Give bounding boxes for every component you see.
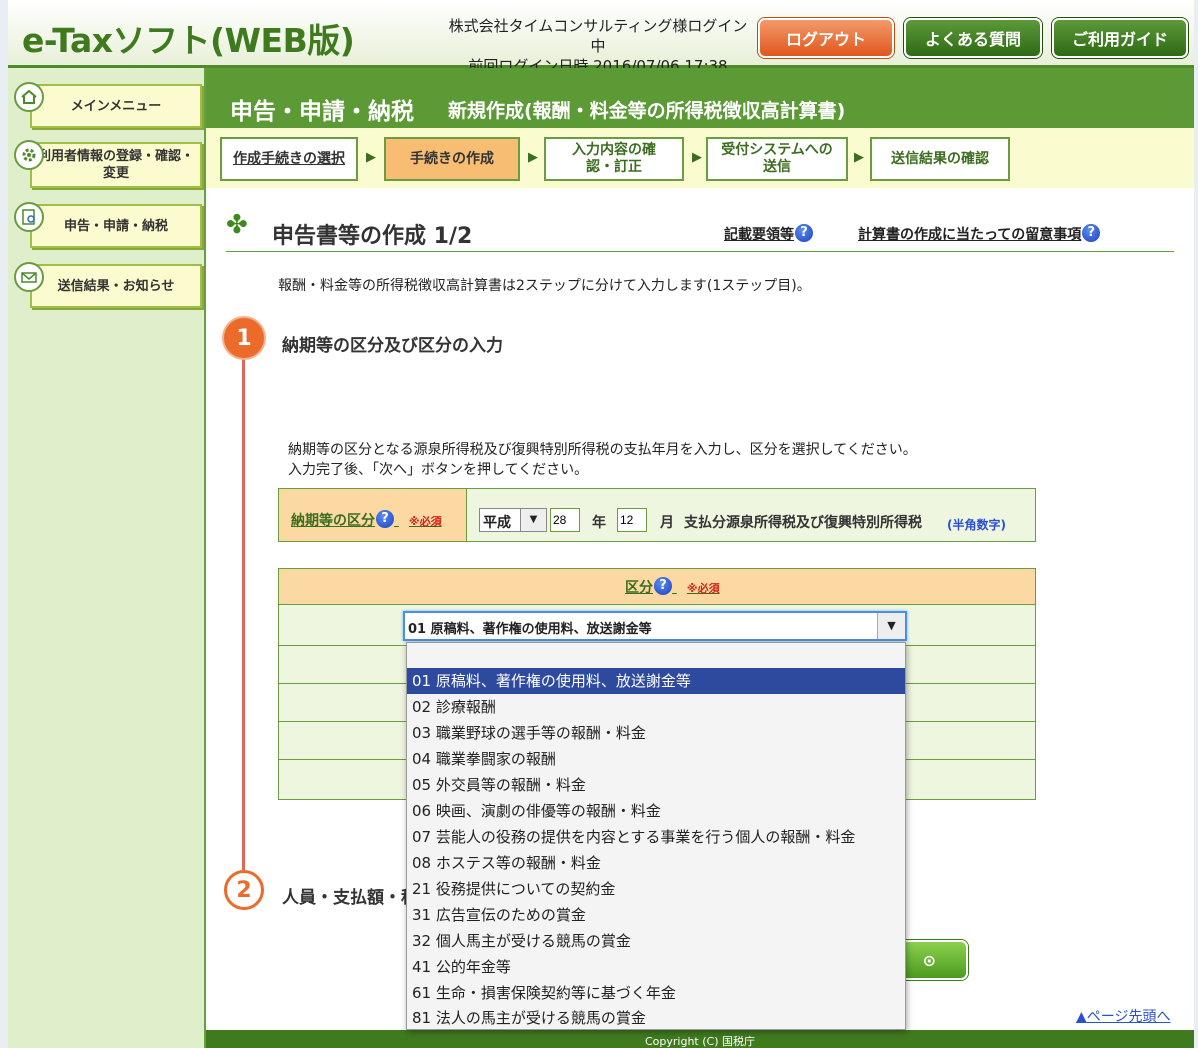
step-check-result: 送信結果の確認 bbox=[870, 137, 1010, 181]
logout-button[interactable]: ログアウト bbox=[758, 18, 894, 58]
classification-select[interactable]: 01 原稿料、著作権の使用料、放送謝金等 ▼ bbox=[403, 611, 907, 641]
section-header: ✤ 申告書等の作成 1/2 記載要領等? 計算書の作成に当たっての留意事項? bbox=[226, 206, 1174, 252]
dropdown-option[interactable]: 61 生命・損害保険契約等に基づく年金 bbox=[407, 980, 905, 1006]
instruction-line: 納期等の区分となる源泉所得税及び復興特別所得税の支払年月を入力し、区分を選択して… bbox=[288, 442, 917, 458]
help-icon[interactable]: ? bbox=[1082, 224, 1101, 242]
period-suffix: 支払分源泉所得税及び復興特別所得税 bbox=[684, 515, 922, 531]
period-label-text: 納期等の区分 bbox=[291, 513, 375, 529]
instruction-line: 入力完了後、「次へ」ボタンを押してください。 bbox=[288, 462, 589, 478]
sidebar-item-user-info[interactable]: 利用者情報の登録・確認・変更 bbox=[14, 140, 202, 188]
classification-label[interactable]: 区分? ※必須 bbox=[625, 577, 720, 597]
dropdown-option[interactable]: 31 広告宣伝のための賞金 bbox=[407, 902, 905, 928]
chevron-down-icon[interactable]: ▼ bbox=[877, 613, 905, 639]
classification-dropdown[interactable]: 01 原稿料、著作権の使用料、放送謝金等 02 診療報酬 03 職業野球の選手等… bbox=[406, 642, 906, 1030]
magnifier-icon bbox=[14, 202, 44, 232]
app-logo: e-Taxソフト(WEB版) bbox=[22, 21, 355, 60]
sidebar-item-label: 申告・申請・納税 bbox=[63, 218, 168, 234]
dropdown-option[interactable]: 81 法人の馬主が受ける競馬の賞金 bbox=[407, 1005, 905, 1031]
login-info: 株式会社タイムコンサルティング様ログイン中 前回ログイン日時 2016/07/0… bbox=[448, 16, 748, 76]
login-user: 株式会社タイムコンサルティング様ログイン中 bbox=[448, 17, 748, 55]
page-subtitle: 新規作成(報酬・料金等の所得税徴収高計算書) bbox=[448, 100, 846, 122]
step-2-badge: 2 bbox=[224, 870, 264, 910]
footer: Copyright (C) 国税庁 bbox=[206, 1030, 1194, 1048]
help-icon[interactable]: ? bbox=[654, 577, 672, 595]
dropdown-option[interactable]: 04 職業拳闘家の報酬 bbox=[407, 746, 905, 772]
arrow-icon: ▶ bbox=[692, 150, 702, 165]
month-input[interactable] bbox=[617, 508, 647, 532]
help-icon[interactable]: ? bbox=[795, 224, 813, 242]
period-label-cell: 納期等の区分? ※必須 bbox=[279, 489, 467, 541]
dropdown-option[interactable]: 21 役務提供についての契約金 bbox=[407, 876, 905, 902]
dropdown-option[interactable]: 41 公的年金等 bbox=[407, 954, 905, 980]
required-mark: ※必須 bbox=[686, 582, 720, 595]
period-label[interactable]: 納期等の区分? ※必須 bbox=[291, 510, 442, 530]
page-top-label: ページ先頭へ bbox=[1086, 1009, 1171, 1025]
step-send: 受付システムへの送信 bbox=[706, 137, 848, 181]
dropdown-option[interactable]: 08 ホステス等の報酬・料金 bbox=[407, 850, 905, 876]
arrow-up-icon: ▲ bbox=[1076, 1009, 1087, 1025]
instructions: 納期等の区分となる源泉所得税及び復興特別所得税の支払年月を入力し、区分を選択して… bbox=[288, 440, 917, 480]
sidebar-item-label: 送信結果・お知らせ bbox=[57, 278, 175, 294]
clover-icon: ✤ bbox=[226, 210, 248, 240]
classification-header: 区分? ※必須 bbox=[279, 569, 1035, 605]
step-2-title: 人員・支払額・税 bbox=[282, 888, 418, 908]
period-row: 納期等の区分? ※必須 平成 ▼ 年 月 支払分源泉所得税及び復興特別所得税 (… bbox=[278, 488, 1036, 542]
step-confirm-edit: 入力内容の確認・訂正 bbox=[544, 137, 684, 181]
guide-button[interactable]: ご利用ガイド bbox=[1052, 18, 1188, 58]
page-top-link[interactable]: ▲ページ先頭へ bbox=[1076, 1006, 1171, 1026]
next-button[interactable]: ⊙ bbox=[898, 940, 968, 980]
year-unit: 年 bbox=[592, 515, 606, 531]
help-icon[interactable]: ? bbox=[376, 510, 394, 528]
sidebar-item-label: 利用者情報の登録・確認・変更 bbox=[37, 149, 194, 181]
step-create-procedure: 手続きの作成 bbox=[384, 137, 520, 181]
next-icon: ⊙ bbox=[922, 950, 936, 970]
year-input[interactable] bbox=[550, 508, 580, 532]
classification-value: 01 原稿料、著作権の使用料、放送謝金等 bbox=[408, 622, 652, 637]
step-1-badge: 1 bbox=[224, 318, 264, 358]
sidebar-item-results[interactable]: 送信結果・お知らせ bbox=[14, 262, 202, 308]
dropdown-option[interactable]: 05 外交員等の報酬・料金 bbox=[407, 772, 905, 798]
header: e-Taxソフト(WEB版) 株式会社タイムコンサルティング様ログイン中 前回ロ… bbox=[8, 0, 1194, 75]
sidebar-item-label: メインメニュー bbox=[70, 98, 162, 114]
help-link-guidelines[interactable]: 記載要領等? bbox=[724, 224, 813, 244]
house-icon bbox=[14, 82, 44, 112]
section-title: 申告書等の作成 1/2 bbox=[272, 224, 473, 249]
sidebar: メインメニュー 利用者情報の登録・確認・変更 申告・申請・納税 送信結果・お知ら… bbox=[8, 68, 206, 1048]
dropdown-option[interactable]: 06 映画、演劇の俳優等の報酬・料金 bbox=[407, 798, 905, 824]
page-title: 申告・申請・納税 bbox=[230, 99, 414, 125]
help-link-label: 計算書の作成に当たっての留意事項 bbox=[858, 227, 1082, 243]
help-link-label: 記載要領等 bbox=[724, 227, 794, 243]
era-select[interactable]: 平成 ▼ bbox=[479, 508, 547, 532]
step-timeline bbox=[242, 358, 245, 870]
dropdown-option[interactable]: 02 診療報酬 bbox=[407, 694, 905, 720]
arrow-icon: ▶ bbox=[528, 150, 538, 165]
envelope-icon bbox=[14, 262, 44, 292]
dropdown-option[interactable]: 01 原稿料、著作権の使用料、放送謝金等 bbox=[407, 668, 905, 694]
dropdown-option[interactable]: 03 職業野球の選手等の報酬・料金 bbox=[407, 720, 905, 746]
arrow-icon: ▶ bbox=[366, 150, 376, 165]
classification-label-text: 区分 bbox=[625, 580, 653, 596]
help-link-notes[interactable]: 計算書の作成に当たっての留意事項? bbox=[858, 224, 1101, 244]
faq-button[interactable]: よくある質問 bbox=[904, 18, 1042, 58]
arrow-icon: ▶ bbox=[854, 150, 864, 165]
era-value: 平成 bbox=[483, 515, 511, 531]
step-1-title: 納期等の区分及び区分の入力 bbox=[282, 336, 503, 356]
gear-icon bbox=[14, 140, 44, 170]
required-mark: ※必須 bbox=[408, 515, 442, 528]
chevron-down-icon[interactable]: ▼ bbox=[520, 509, 546, 531]
dropdown-option[interactable]: 32 個人馬主が受ける競馬の賞金 bbox=[407, 928, 905, 954]
dropdown-option-empty[interactable] bbox=[407, 643, 905, 669]
sidebar-item-main-menu[interactable]: メインメニュー bbox=[14, 82, 202, 128]
month-unit: 月 bbox=[660, 515, 674, 531]
half-width-note: (半角数字) bbox=[947, 518, 1006, 532]
intro-text: 報酬・料金等の所得税徴収高計算書は2ステップに分けて入力します(1ステップ目)。 bbox=[278, 278, 811, 294]
step-select-procedure[interactable]: 作成手続きの選択 bbox=[220, 137, 358, 181]
dropdown-option[interactable]: 07 芸能人の役務の提供を内容とする事業を行う個人の報酬・料金 bbox=[407, 824, 905, 850]
sidebar-item-filing[interactable]: 申告・申請・納税 bbox=[14, 202, 202, 248]
progress-steps: 作成手続きの選択 ▶ 手続きの作成 ▶ 入力内容の確認・訂正 ▶ 受付システムへ… bbox=[206, 128, 1194, 188]
